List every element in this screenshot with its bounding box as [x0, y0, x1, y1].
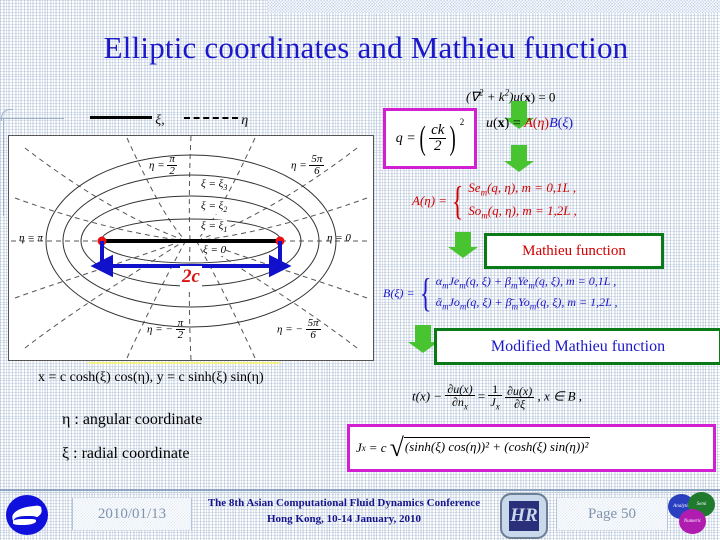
legend-xi-label: ξ,: [155, 113, 165, 128]
label-eta-pi-half: η = π2: [149, 153, 177, 178]
hr-lab-logo-icon: HR: [500, 493, 548, 539]
yellow-underline: [88, 362, 280, 364]
hr-logo-text: HR: [509, 501, 539, 531]
separation-equation: u(x) = A(η)B(ξ): [486, 116, 573, 131]
coordinate-transform-equation: x = c cosh(ξ) cos(η), y = c sinh(ξ) sin(…: [38, 370, 264, 385]
jacobian-definition-box: Jx = c √ (sinh(ξ) cos(η))² + (cosh(ξ) si…: [347, 424, 716, 472]
label-xi-1: ξ = ξ1: [201, 220, 228, 235]
conference-location-date: Hong Kong, 10-14 January, 2010: [266, 512, 422, 525]
legend-dashed-line: [184, 117, 238, 119]
green-arrow-3: [448, 232, 478, 258]
q-definition-box: q = ( ck 2 ) 2: [383, 108, 477, 169]
organization-logo-icon: [6, 495, 48, 535]
page-title: Elliptic coordinates and Mathieu functio…: [103, 30, 629, 65]
elliptic-coordinate-diagram: η = π2 η = 5π 6 η = π η = 0 η = − π2 η = …: [8, 135, 374, 361]
green-arrow-4: [408, 325, 438, 353]
green-arrow-2: [504, 145, 534, 172]
conference-info: The 8th Asian Computational Fluid Dynami…: [196, 496, 492, 528]
label-xi-0: ξ = 0: [203, 244, 227, 256]
footer-date: 2010/01/13: [72, 498, 192, 530]
B-case-even: αmJem(q, ξ) + βmYem(q, ξ), m = 0,1L ,: [435, 274, 617, 291]
page-number: Page 50: [556, 498, 668, 530]
footer-divider: [0, 489, 720, 491]
modified-mathieu-callout: Modified Mathieu function: [434, 328, 720, 365]
eta-meaning-line: η : angular coordinate: [62, 411, 203, 428]
venn-circle-numeric: Numeric: [679, 509, 706, 534]
B-xi-definition: B(ξ) = { αmJem(q, ξ) + βmYem(q, ξ), m = …: [383, 270, 618, 316]
xi-meaning-line: ξ : radial coordinate: [62, 445, 190, 462]
legend-solid-line: [90, 116, 152, 119]
top-decorative-band: [268, 0, 720, 13]
label-focal-distance-2c: 2c: [180, 266, 202, 288]
A-case-odd: Som(q, η), m = 1,2L ,: [468, 202, 577, 221]
label-eta-neg-5pi-6: η = − 5π 6: [277, 317, 321, 342]
label-eta-5pi-6: η = 5π 6: [291, 153, 325, 178]
label-eta-neg-pi-half: η = − π2: [147, 317, 186, 342]
label-xi-3: ξ = ξ3: [201, 178, 228, 193]
traction-equation: t(x) − ∂u(x) ∂nx = 1 Jx ∂u(x) ∂ξ , x ∈ B…: [412, 382, 583, 412]
venn-logo-icon: Analytic Semi Numeric: [668, 492, 718, 538]
mathieu-function-callout: Mathieu function: [484, 233, 664, 269]
label-xi-2: ξ = ξ2: [201, 200, 228, 215]
label-eta-0: η = 0: [327, 232, 351, 244]
B-case-odd: ᾱmJom(q, ξ) + β̄mYom(q, ξ), m = 1,2L ,: [435, 295, 618, 312]
legend-eta-label: η: [241, 113, 249, 128]
footer-divider-secondary: [0, 492, 720, 493]
A-case-even: Sem(q, η), m = 0,1L ,: [468, 180, 577, 198]
label-eta-pi: η = π: [19, 232, 43, 244]
conference-name: The 8th Asian Computational Fluid Dynami…: [207, 497, 481, 509]
diagram-legend: ξ, η: [90, 112, 320, 134]
A-eta-definition: A(η) = { Sem(q, η), m = 0,1L , Som(q, η)…: [412, 177, 577, 223]
